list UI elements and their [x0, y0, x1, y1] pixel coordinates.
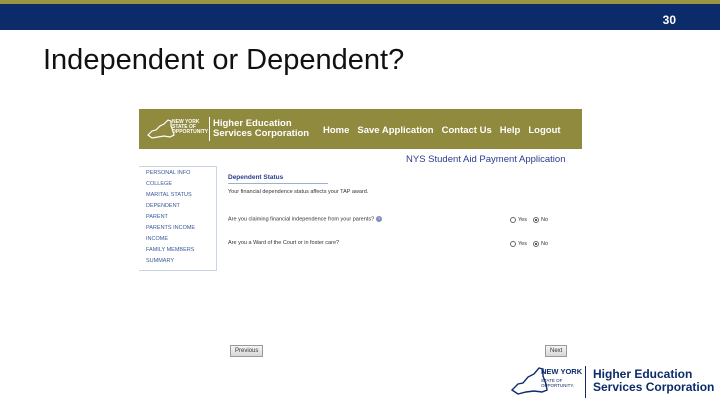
info-icon[interactable]: ? — [376, 216, 383, 222]
footer-nys-tagline: STATE OF OPPORTUNITY. — [541, 378, 575, 388]
section-divider — [228, 183, 328, 184]
next-button[interactable]: Next — [545, 345, 568, 357]
sidebar-item-summary[interactable]: Summary — [146, 258, 174, 264]
slide-title: Independent or Dependent? — [43, 44, 405, 76]
radio-no-label: No — [540, 217, 549, 223]
radio-yes[interactable] — [510, 217, 516, 223]
section-title: Dependent Status — [228, 174, 284, 181]
sidebar-item-personal-info[interactable]: Personal Info — [146, 170, 190, 176]
radio-no[interactable] — [532, 241, 539, 247]
previous-button[interactable]: Previous — [230, 345, 264, 357]
org-name-line2: Services Corporation — [213, 128, 310, 139]
sidebar-item-dependent[interactable]: Dependent — [146, 203, 180, 209]
radio-yes[interactable] — [510, 241, 516, 247]
nav-save-application[interactable]: Save Application — [357, 125, 433, 136]
top-bar: 30 — [0, 0, 720, 30]
nav-contact-us[interactable]: Contact Us — [442, 125, 492, 136]
sidebar-item-income[interactable]: Income — [146, 236, 168, 242]
nav-home[interactable]: Home — [323, 125, 349, 136]
application-screenshot: NEW YORK STATE OF OPPORTUNITY Higher Edu… — [139, 109, 582, 359]
header-divider — [209, 117, 210, 141]
footer-logo: NEW YORK STATE OF OPPORTUNITY. Higher Ed… — [510, 360, 714, 400]
sidebar-item-parents-income[interactable]: Parents Income — [146, 225, 195, 231]
radio-group-independence: Yes No — [510, 217, 552, 223]
nav-help[interactable]: Help — [500, 125, 521, 136]
sidebar-item-parent[interactable]: Parent — [146, 214, 168, 220]
org-name: Higher Education Services Corporation — [213, 119, 309, 139]
footer-nys-name: NEW YORK — [541, 367, 583, 376]
nav-logout[interactable]: Logout — [528, 125, 560, 136]
radio-no[interactable] — [532, 217, 539, 223]
question-text: Are you claiming financial independence … — [228, 216, 375, 223]
site-header: NEW YORK STATE OF OPPORTUNITY Higher Edu… — [139, 109, 582, 149]
sidebar-item-marital-status[interactable]: Marital Status — [146, 192, 192, 198]
sidebar: Personal Info College Marital Status Dep… — [139, 166, 217, 271]
slide: 30 Independent or Dependent? NEW YORK ST… — [0, 0, 720, 405]
radio-yes-label: Yes — [518, 217, 527, 223]
sidebar-item-college[interactable]: College — [146, 181, 172, 187]
question-text: Are you a Ward of the Court or in foster… — [228, 240, 340, 246]
section-intro: Your financial dependence status affects… — [228, 189, 369, 195]
nys-logo-text: NEW YORK STATE OF OPPORTUNITY — [172, 119, 209, 135]
slide-number: 30 — [662, 13, 676, 27]
application-title: NYS Student Aid Payment Application — [406, 154, 566, 165]
radio-group-ward-of-court: Yes No — [510, 241, 552, 247]
question-ward-of-court: Are you a Ward of the Court or in foster… — [228, 240, 339, 246]
footer-org-name: Higher Education Services Corporation — [593, 368, 714, 394]
radio-no-label: No — [540, 241, 549, 247]
question-independence: Are you claiming financial independence … — [228, 216, 383, 223]
footer-divider — [585, 366, 586, 398]
radio-yes-label: Yes — [518, 241, 527, 247]
top-nav: Home Save Application Contact Us Help Lo… — [323, 125, 561, 136]
sidebar-item-family-members[interactable]: Family Members — [146, 247, 194, 253]
footer-org-line2: Services Corporation — [593, 380, 715, 394]
